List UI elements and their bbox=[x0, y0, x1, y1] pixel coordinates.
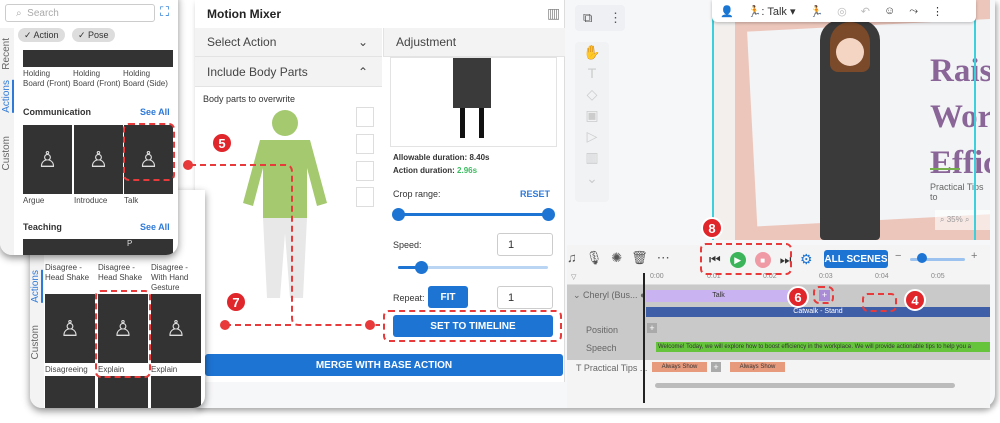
action-label: Holding Board (Front) bbox=[73, 69, 121, 88]
step-badge-7: 7 bbox=[225, 291, 247, 313]
highlight-talk bbox=[123, 123, 175, 181]
chip-label: Pose bbox=[88, 30, 109, 40]
filter-action-chip[interactable]: ✓ Action bbox=[18, 28, 65, 42]
action-label: Argue bbox=[23, 196, 45, 205]
search-placeholder: Search bbox=[27, 7, 59, 19]
search-field[interactable]: ⌕ Search bbox=[5, 4, 155, 22]
fullscreen-icon[interactable]: ⛶ bbox=[160, 4, 169, 20]
category-title: Teaching bbox=[23, 222, 62, 232]
step-badge-6: 6 bbox=[787, 286, 809, 308]
action-label: Talk bbox=[124, 196, 139, 205]
tab-custom[interactable]: Custom bbox=[1, 136, 12, 170]
step-badge-8: 8 bbox=[701, 217, 723, 239]
teaching-thumbs[interactable]: P bbox=[23, 239, 173, 255]
action-thumb-argue[interactable]: ♙ bbox=[23, 125, 72, 194]
step-badge-5: 5 bbox=[211, 132, 233, 154]
action-label: Holding Board (Side) bbox=[123, 69, 168, 88]
action-label: Holding Board (Front) bbox=[23, 69, 71, 88]
chip-label: Action bbox=[33, 30, 59, 40]
tab-actions[interactable]: Actions bbox=[1, 80, 14, 113]
step-badge-4: 4 bbox=[904, 289, 926, 311]
category-title: Communication bbox=[23, 107, 92, 117]
see-all-link[interactable]: See All bbox=[140, 107, 170, 117]
tab-recent[interactable]: Recent bbox=[1, 38, 12, 70]
action-thumb-introduce[interactable]: ♙ bbox=[74, 125, 123, 194]
see-all-link[interactable]: See All bbox=[140, 222, 170, 232]
filter-pose-chip[interactable]: ✓ Pose bbox=[72, 28, 115, 42]
action-label: Introduce bbox=[74, 196, 108, 205]
